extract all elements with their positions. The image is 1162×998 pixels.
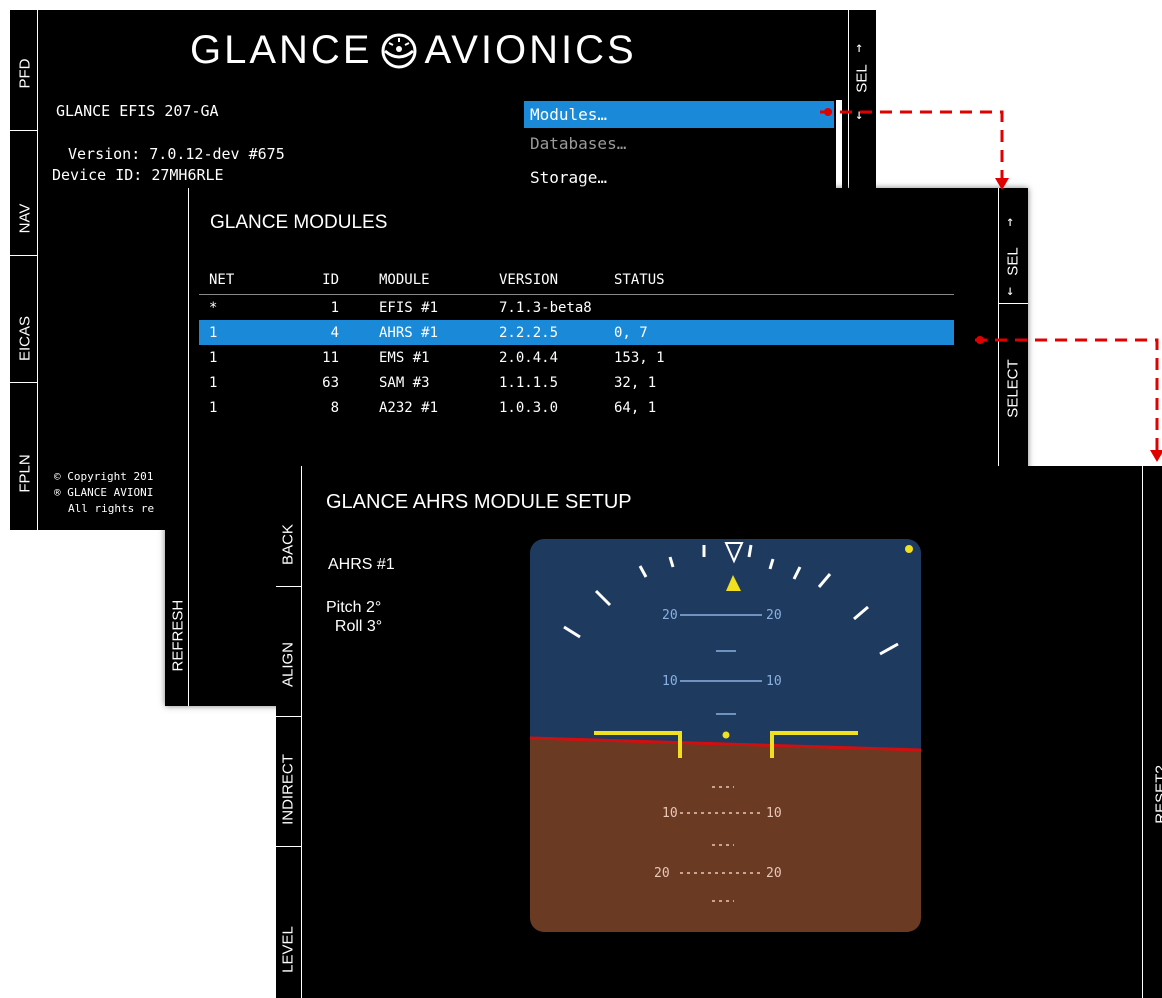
connector-dot-icon bbox=[976, 336, 984, 344]
connector-dot-icon bbox=[824, 108, 832, 116]
connector-arrow-1 bbox=[820, 110, 1004, 178]
connector-arrows bbox=[820, 108, 1162, 462]
arrow-head-icon bbox=[1150, 450, 1162, 462]
arrow-head-icon bbox=[995, 178, 1009, 190]
connector-arrow-2 bbox=[975, 338, 1159, 450]
